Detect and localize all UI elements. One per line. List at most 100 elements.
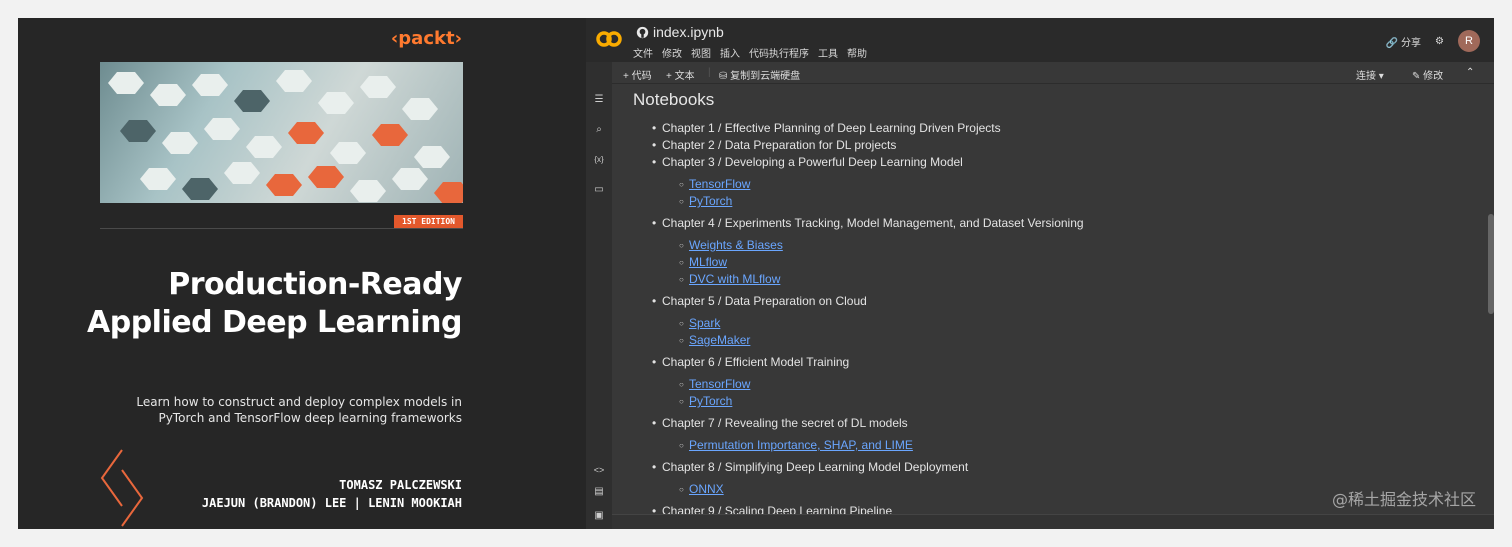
code-snippets-icon[interactable]: <>: [593, 464, 605, 476]
edit-label: 修改: [1423, 71, 1444, 82]
add-text-button[interactable]: + 文本: [666, 67, 695, 82]
chapter-link-item: TensorFlow: [679, 376, 1084, 393]
chapter-links: TensorFlow PyTorch: [679, 376, 1084, 410]
chapter-item: Chapter 4 / Experiments Tracking, Model …: [652, 215, 1084, 232]
notebook-link[interactable]: PyTorch: [689, 394, 732, 408]
menu-edit[interactable]: 修改: [662, 45, 682, 60]
subtitle-line-2: PyTorch and TensorFlow deep learning fra…: [158, 411, 462, 425]
book-title-line-1: Production-Ready: [168, 267, 462, 302]
search-icon[interactable]: ⌕: [593, 124, 605, 136]
notebook-link[interactable]: SageMaker: [689, 333, 750, 347]
collapse-icon[interactable]: ⌃: [1466, 67, 1474, 78]
edit-button[interactable]: ✎ 修改: [1412, 67, 1443, 82]
book-subtitle: Learn how to construct and deploy comple…: [136, 394, 462, 426]
menu-view[interactable]: 视图: [691, 45, 711, 60]
notebook-link[interactable]: TensorFlow: [689, 177, 750, 191]
publisher-logo: ‹packt›: [390, 28, 462, 49]
chapter-link-item: PyTorch: [679, 393, 1084, 410]
copy-to-drive-button[interactable]: ⛁ 复制到云端硬盘: [719, 67, 800, 82]
chapter-item: Chapter 2 / Data Preparation for DL proj…: [652, 137, 1084, 154]
notebook-link[interactable]: MLflow: [689, 255, 727, 269]
chapter-link-item: Weights & Biases: [679, 237, 1084, 254]
chevron-down-icon: ▾: [1378, 71, 1384, 82]
notebook-link[interactable]: ONNX: [689, 482, 724, 496]
notebook-name[interactable]: index.ipynb: [653, 24, 724, 40]
subtitle-line-1: Learn how to construct and deploy comple…: [136, 395, 462, 409]
notebook-link[interactable]: DVC with MLflow: [689, 272, 780, 286]
notebook-link[interactable]: PyTorch: [689, 194, 732, 208]
notebook-link[interactable]: Spark: [689, 316, 720, 330]
folder-icon[interactable]: ▭: [593, 184, 605, 196]
chapter-item: Chapter 9 / Scaling Deep Learning Pipeli…: [652, 503, 1084, 514]
chapter-link-item: SageMaker: [679, 332, 1084, 349]
chapter-item: Chapter 7 / Revealing the secret of DL m…: [652, 415, 1084, 432]
notebooks-heading: Notebooks: [633, 90, 715, 109]
link-icon: 🔗: [1385, 37, 1399, 49]
command-palette-icon[interactable]: ▤: [593, 486, 605, 498]
menu-help[interactable]: 帮助: [847, 45, 867, 60]
chapter-item: Chapter 6 / Efficient Model Training: [652, 354, 1084, 371]
chapter-link-item: Spark: [679, 315, 1084, 332]
add-code-button[interactable]: + 代码: [623, 67, 652, 82]
cover-image: [100, 62, 463, 203]
watermark: @稀土掘金技术社区: [1331, 490, 1476, 509]
menu-bar: 文件 修改 视图 插入 代码执行程序 工具 帮助: [633, 45, 867, 60]
notebook-link[interactable]: Weights & Biases: [689, 238, 783, 252]
book-authors: TOMASZ PALCZEWSKI JAEJUN (BRANDON) LEE |…: [202, 476, 462, 512]
chapter-item: Chapter 1 / Effective Planning of Deep L…: [652, 120, 1084, 137]
book-title-line-2: Applied Deep Learning: [87, 305, 463, 340]
edition-badge: 1ST EDITION: [394, 215, 463, 228]
notebook-link[interactable]: Permutation Importance, SHAP, and LIME: [689, 438, 913, 452]
connect-label: 连接: [1356, 71, 1376, 82]
horizontal-scrollbar[interactable]: [612, 514, 1494, 529]
chapter-links: TensorFlow PyTorch: [679, 176, 1084, 210]
screenshot-frame: ‹packt› 1ST EDITION Production-Ready App…: [18, 18, 1494, 529]
chapter-item: Chapter 5 / Data Preparation on Cloud: [652, 293, 1084, 310]
chapter-link-item: DVC with MLflow: [679, 271, 1084, 288]
author-line-1: TOMASZ PALCZEWSKI: [339, 478, 462, 492]
pencil-icon: ✎: [1412, 71, 1421, 82]
github-icon: [636, 26, 649, 38]
chapter-links: ONNX: [679, 481, 1084, 498]
chapter-link-item: ONNX: [679, 481, 1084, 498]
notebook-title[interactable]: index.ipynb: [636, 24, 724, 40]
copy-to-drive-label: 复制到云端硬盘: [730, 71, 801, 82]
chapter-link-item: TensorFlow: [679, 176, 1084, 193]
variables-icon[interactable]: {x}: [593, 154, 605, 166]
menu-file[interactable]: 文件: [633, 45, 653, 60]
left-sidebar: ☰ ⌕ {x} ▭ <> ▤ ▣: [586, 62, 612, 529]
notebook-link[interactable]: TensorFlow: [689, 377, 750, 391]
notebook-toolbar: + 代码 + 文本 | ⛁ 复制到云端硬盘 连接 ▾ ✎ 修改 ⌃: [586, 62, 1494, 84]
toolbar-divider: |: [708, 67, 711, 78]
chapter-item: Chapter 8 / Simplifying Deep Learning Mo…: [652, 459, 1084, 476]
connect-button[interactable]: 连接 ▾: [1356, 67, 1384, 82]
vertical-scrollbar[interactable]: [1488, 214, 1494, 314]
menu-runtime[interactable]: 代码执行程序: [749, 45, 809, 60]
book-title: Production-Ready Applied Deep Learning: [87, 266, 463, 342]
author-line-2: JAEJUN (BRANDON) LEE | LENIN MOOKIAH: [201, 496, 462, 510]
chapter-link-item: MLflow: [679, 254, 1084, 271]
chapter-links: Permutation Importance, SHAP, and LIME: [679, 437, 1084, 454]
topbar-actions: 🔗 分享 ⚙ R: [1386, 30, 1480, 52]
colab-topbar: index.ipynb 文件 修改 视图 插入 代码执行程序 工具 帮助 🔗 分…: [586, 18, 1494, 62]
avatar[interactable]: R: [1458, 30, 1480, 52]
table-of-contents-icon[interactable]: ☰: [593, 94, 605, 106]
notebook-content: Notebooks Chapter 1 / Effective Planning…: [612, 84, 1486, 514]
chapter-item: Chapter 3 / Developing a Powerful Deep L…: [652, 154, 1084, 171]
menu-tools[interactable]: 工具: [818, 45, 838, 60]
chapter-link-item: Permutation Importance, SHAP, and LIME: [679, 437, 1084, 454]
colab-logo-icon[interactable]: [596, 30, 622, 48]
menu-insert[interactable]: 插入: [720, 45, 740, 60]
chevron-decoration-icon: [100, 449, 144, 527]
terminal-icon[interactable]: ▣: [593, 510, 605, 522]
chapter-list: Chapter 1 / Effective Planning of Deep L…: [652, 120, 1084, 514]
chapter-link-item: PyTorch: [679, 193, 1084, 210]
colab-window: index.ipynb 文件 修改 视图 插入 代码执行程序 工具 帮助 🔗 分…: [586, 18, 1494, 529]
gear-icon[interactable]: ⚙: [1435, 36, 1444, 47]
chapter-links: Weights & Biases MLflow DVC with MLflow: [679, 237, 1084, 288]
drive-icon: ⛁: [719, 71, 728, 82]
share-button[interactable]: 🔗 分享: [1386, 34, 1421, 49]
chapter-links: Spark SageMaker: [679, 315, 1084, 349]
share-label: 分享: [1401, 37, 1422, 49]
divider: [100, 228, 463, 229]
